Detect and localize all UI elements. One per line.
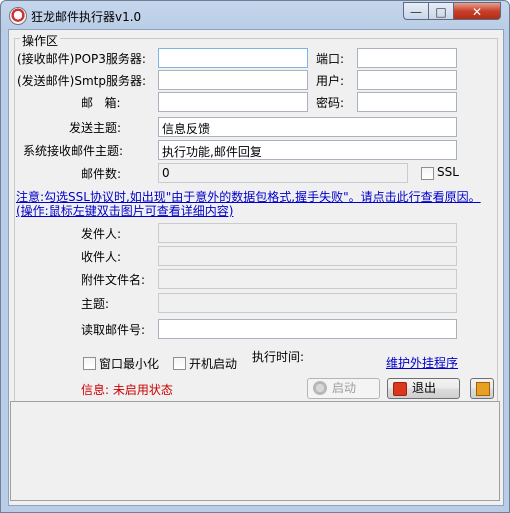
send-subject-label: 发送主题: [69, 121, 122, 135]
start-button[interactable]: 启动 [307, 378, 380, 399]
password-label: 密码: [316, 96, 345, 110]
port-label: 端口: [316, 52, 345, 66]
recv-subject-input[interactable]: 执行功能,邮件回复 [158, 140, 457, 160]
recipient-field [158, 246, 457, 266]
password-input[interactable] [357, 92, 457, 112]
exit-icon [393, 382, 407, 396]
client-area: 操作区 (接收邮件)POP3服务器: 端口: (发送邮件)Smtp服务器: 用户… [8, 29, 504, 506]
help-button[interactable] [470, 378, 494, 399]
ssl-label: SSL [437, 165, 459, 179]
book-icon [476, 382, 490, 396]
user-input[interactable] [357, 70, 457, 90]
mail-count-field: 0 [158, 163, 408, 183]
exit-button-label: 退出 [412, 381, 437, 395]
pop3-label: (接收邮件)POP3服务器: [17, 52, 146, 66]
pop3-server-input[interactable] [158, 48, 308, 68]
subject-label: 主题: [81, 297, 110, 311]
status-text: 信息: 未启用状态 [81, 383, 173, 397]
mail-count-label: 邮件数: [81, 167, 122, 181]
subject-field [158, 293, 457, 313]
log-area[interactable] [10, 401, 500, 501]
maximize-button[interactable]: □ [428, 2, 454, 20]
group-legend: 操作区 [20, 32, 61, 49]
operation-group: 操作区 (接收邮件)POP3服务器: 端口: (发送邮件)Smtp服务器: 用户… [14, 32, 498, 402]
exit-button[interactable]: 退出 [387, 378, 460, 399]
app-logo-icon [9, 7, 27, 25]
read-mail-no-input[interactable] [158, 319, 457, 339]
sender-label: 发件人: [81, 227, 122, 241]
minimize-button[interactable]: — [403, 2, 429, 20]
start-icon [313, 381, 327, 395]
start-button-label: 启动 [332, 381, 357, 395]
read-mail-no-label: 读取邮件号: [81, 323, 146, 337]
minimize-window-checkbox[interactable] [83, 357, 96, 370]
email-label: 邮 箱: [81, 96, 121, 110]
sender-field [158, 223, 457, 243]
auto-start-checkbox[interactable] [173, 357, 186, 370]
maintain-plugin-link[interactable]: 维护外挂程序 [386, 354, 458, 371]
close-button[interactable]: ✕ [453, 2, 501, 20]
minimize-window-label: 窗口最小化 [99, 357, 160, 371]
auto-start-label: 开机启动 [189, 357, 238, 371]
recv-subject-label: 系统接收邮件主题: [23, 144, 124, 158]
attachment-field [158, 269, 457, 289]
exec-time-label: 执行时间: [252, 350, 305, 364]
smtp-server-input[interactable] [158, 70, 308, 90]
app-window: 狂龙邮件执行器v1.0 — □ ✕ 操作区 (接收邮件)POP3服务器: 端口:… [0, 0, 510, 513]
double-click-hint: (操作:鼠标左键双击图片可查看详细内容) [16, 204, 234, 218]
attachment-label: 附件文件名: [81, 273, 146, 287]
recipient-label: 收件人: [81, 250, 122, 264]
user-label: 用户: [316, 74, 345, 88]
email-input[interactable] [158, 92, 308, 112]
window-title: 狂龙邮件执行器v1.0 [31, 10, 142, 24]
ssl-checkbox[interactable] [421, 167, 434, 180]
port-input[interactable] [357, 48, 457, 68]
smtp-label: (发送邮件)Smtp服务器: [17, 74, 147, 88]
send-subject-input[interactable]: 信息反馈 [158, 117, 457, 137]
